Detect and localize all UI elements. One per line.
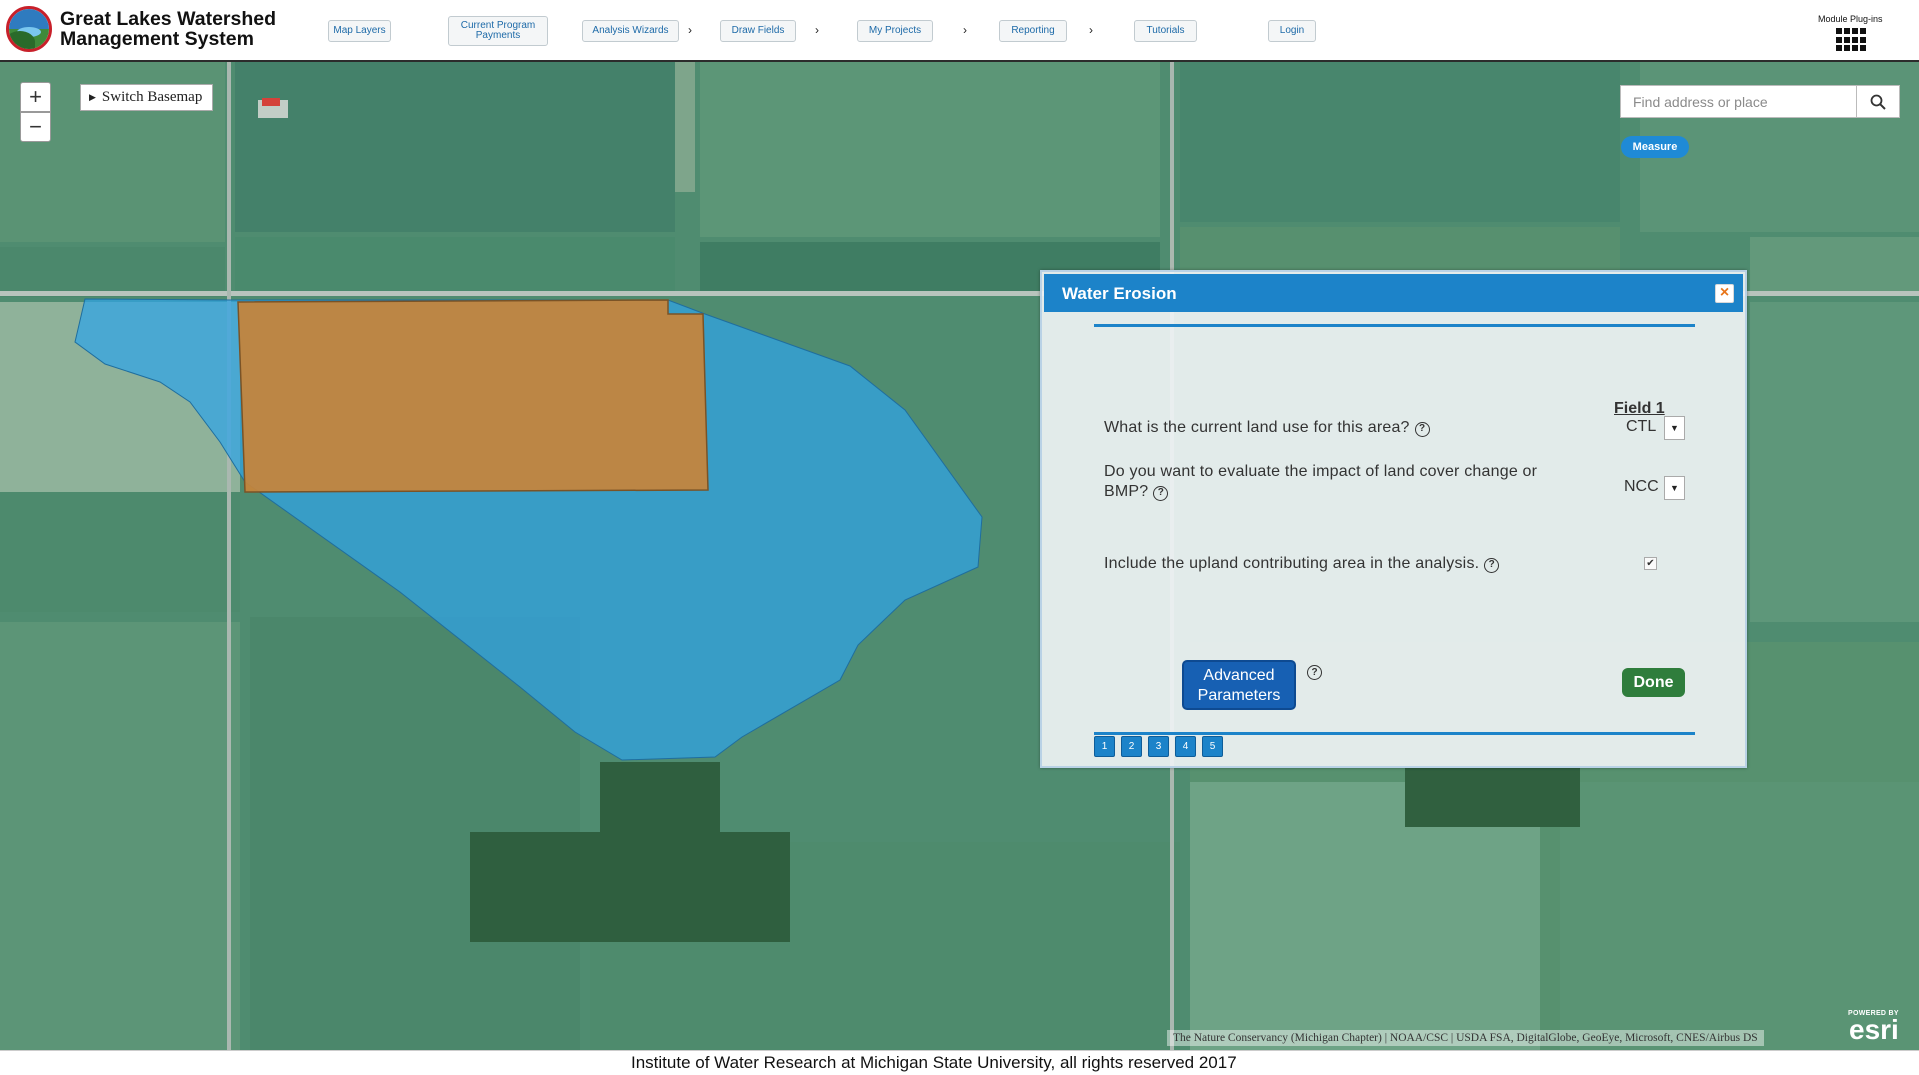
advanced-parameters-line2: Parameters	[1197, 687, 1281, 704]
measure-button[interactable]: Measure	[1621, 136, 1689, 158]
zoom-in-button[interactable]: +	[20, 82, 51, 112]
step-5-button[interactable]: 5	[1202, 736, 1223, 757]
nav-current-program-payments[interactable]: Current Program Payments	[448, 16, 548, 46]
question-upland-area: Include the upland contributing area in …	[1104, 554, 1500, 574]
map-view[interactable]: + − ▶ Switch Basemap Measure The Nature …	[0, 62, 1919, 1050]
upland-area-checkbox[interactable]: ✔	[1644, 557, 1657, 570]
search-icon	[1870, 94, 1886, 110]
switch-basemap-label: Switch Basemap	[101, 89, 203, 105]
nav-map-layers[interactable]: Map Layers	[328, 20, 391, 42]
advanced-parameters-line1: Advanced	[1203, 667, 1275, 684]
question-upland-area-text: Include the upland contributing area in …	[1104, 555, 1480, 572]
nav-arrow-icon: ›	[815, 23, 819, 37]
dialog-header[interactable]: Water Erosion ×	[1044, 274, 1743, 312]
nav-login[interactable]: Login	[1268, 20, 1316, 42]
app-logo	[6, 6, 52, 52]
nav-arrow-icon: ›	[963, 23, 967, 37]
dialog-divider-bottom	[1094, 732, 1695, 735]
help-icon[interactable]: ?	[1307, 665, 1322, 680]
question-land-cover-change-line2: BMP?	[1104, 483, 1149, 500]
esri-logo-text: esri	[1849, 1014, 1899, 1045]
land-use-value: CTL	[1626, 418, 1657, 435]
question-land-use-text: What is the current land use for this ar…	[1104, 419, 1410, 436]
help-icon[interactable]: ?	[1414, 421, 1430, 437]
question-land-cover-change: Do you want to evaluate the impact of la…	[1104, 462, 1537, 502]
footer-copyright: Institute of Water Research at Michigan …	[631, 1053, 1237, 1072]
module-plugins-label: Module Plug-ins	[1818, 14, 1883, 24]
question-land-cover-change-line1: Do you want to evaluate the impact of la…	[1104, 463, 1538, 480]
nav-analysis-wizards[interactable]: Analysis Wizards	[582, 20, 679, 42]
question-land-use: What is the current land use for this ar…	[1104, 418, 1430, 438]
map-attribution: The Nature Conservancy (Michigan Chapter…	[1167, 1030, 1764, 1046]
chevron-down-icon: ▼	[1670, 483, 1679, 493]
done-button[interactable]: Done	[1622, 668, 1685, 697]
dialog-title: Water Erosion	[1062, 284, 1177, 303]
step-1-button[interactable]: 1	[1094, 736, 1115, 757]
search-button[interactable]	[1856, 86, 1899, 117]
nav-arrow-icon: ›	[1089, 23, 1093, 37]
step-3-button[interactable]: 3	[1148, 736, 1169, 757]
help-icon[interactable]: ?	[1153, 485, 1169, 501]
search-box	[1620, 85, 1900, 118]
nav-arrow-icon: ›	[688, 23, 692, 37]
land-cover-change-value: NCC	[1624, 478, 1659, 495]
nav-tutorials[interactable]: Tutorials	[1134, 20, 1197, 42]
step-2-button[interactable]: 2	[1121, 736, 1142, 757]
advanced-parameters-button[interactable]: Advanced Parameters	[1182, 660, 1296, 710]
module-grid-icon[interactable]	[1836, 28, 1868, 52]
nav-draw-fields[interactable]: Draw Fields	[720, 20, 796, 42]
esri-logo[interactable]: POWERED BY esri	[1848, 1010, 1899, 1045]
help-icon[interactable]: ?	[1484, 557, 1500, 573]
step-navigation: 1 2 3 4 5	[1094, 736, 1223, 757]
dialog-divider-top	[1094, 324, 1695, 327]
nav-reporting[interactable]: Reporting	[999, 20, 1067, 42]
land-use-dropdown[interactable]: ▼	[1664, 416, 1685, 440]
zoom-out-button[interactable]: −	[20, 112, 51, 142]
app-title-line2: Management System	[60, 28, 254, 50]
search-input[interactable]	[1621, 86, 1857, 117]
chevron-down-icon: ▼	[1670, 423, 1679, 433]
app-header: Great Lakes Watershed Management System …	[0, 0, 1919, 62]
water-erosion-dialog: Water Erosion × Field 1 What is the curr…	[1040, 270, 1747, 768]
app-title-line1: Great Lakes Watershed	[60, 8, 277, 30]
nav-my-projects[interactable]: My Projects	[857, 20, 933, 42]
app-title: Great Lakes Watershed Management System	[60, 9, 276, 49]
switch-basemap-button[interactable]: ▶ Switch Basemap	[80, 84, 214, 111]
close-icon[interactable]: ×	[1715, 284, 1734, 303]
expand-triangle-icon: ▶	[89, 92, 96, 102]
footer: Institute of Water Research at Michigan …	[0, 1050, 1919, 1074]
field-heading: Field 1	[1614, 400, 1665, 417]
step-4-button[interactable]: 4	[1175, 736, 1196, 757]
land-cover-change-dropdown[interactable]: ▼	[1664, 476, 1685, 500]
